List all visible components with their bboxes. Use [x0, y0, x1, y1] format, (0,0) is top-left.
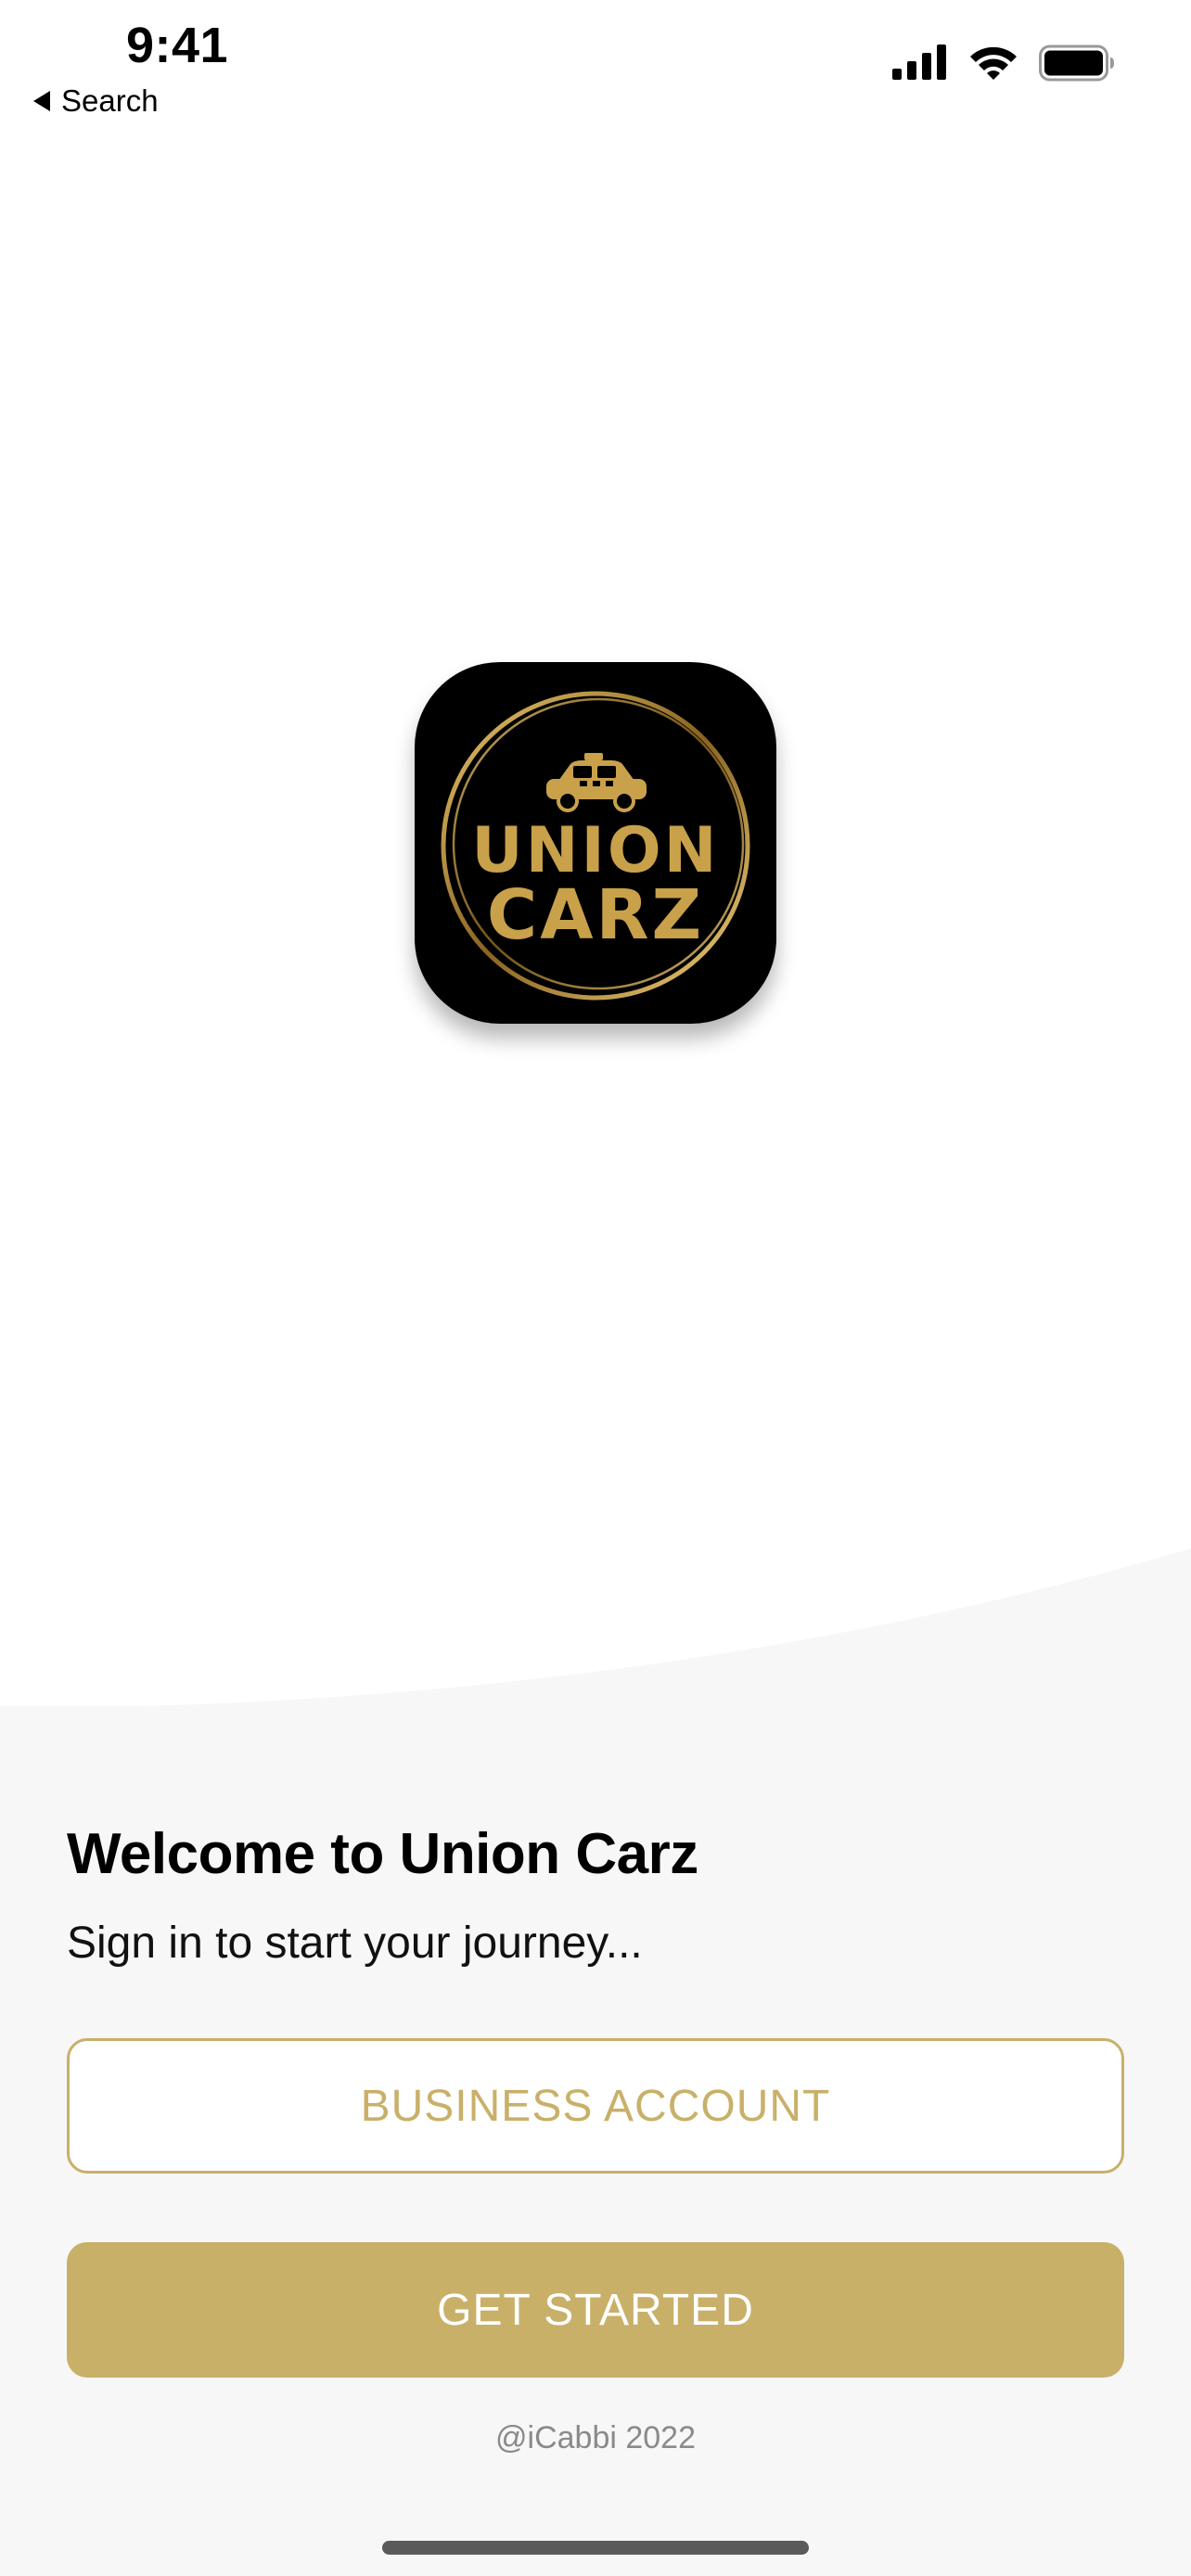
- status-time: 9:41: [126, 18, 229, 73]
- welcome-subtitle: Sign in to start your journey...: [67, 1919, 643, 1968]
- back-arrow-icon: [33, 91, 50, 111]
- battery-icon: [1039, 45, 1114, 82]
- wifi-icon: [970, 46, 1017, 80]
- copyright-text: @iCabbi 2022: [495, 2420, 696, 2455]
- status-icons: [892, 45, 1115, 82]
- panel-curve: [0, 1549, 1191, 1715]
- logo-text-union: UNION: [471, 814, 720, 887]
- status-bar: 9:41 Search: [0, 0, 1191, 130]
- business-account-button[interactable]: BUSINESS ACCOUNT: [67, 2038, 1124, 2174]
- app-logo: UNION CARZ: [415, 662, 776, 1024]
- cellular-signal-icon: [892, 45, 946, 80]
- get-started-button[interactable]: GET STARTED: [67, 2242, 1124, 2378]
- back-link-label: Search: [61, 83, 159, 118]
- back-to-search-link[interactable]: Search: [33, 83, 159, 119]
- welcome-title: Welcome to Union Carz: [67, 1822, 698, 1886]
- home-indicator[interactable]: [382, 2541, 809, 2555]
- logo-text-carz: CARZ: [486, 875, 705, 955]
